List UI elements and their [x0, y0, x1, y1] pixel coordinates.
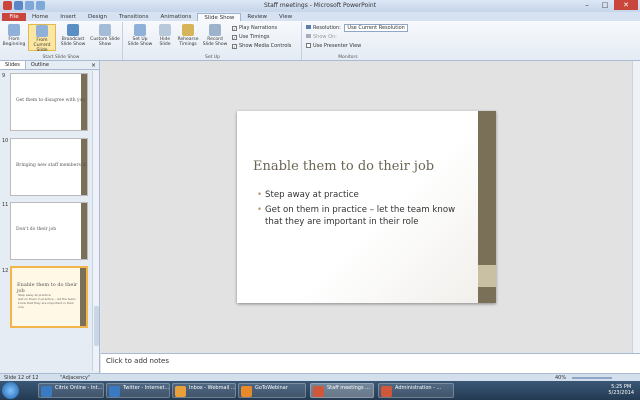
record-slide-show-button[interactable]: Record Slide Show — [202, 24, 228, 47]
ribbon: From Beginning From Current Slide Broadc… — [0, 21, 640, 61]
hide-slide-icon — [159, 24, 171, 36]
slide-scrollbar[interactable] — [632, 61, 640, 353]
slide-thumbnail-10[interactable]: Bringing new staff members in — [10, 138, 88, 196]
slideshow-icon — [8, 24, 20, 36]
set-up-slide-show-button[interactable]: Set Up Slide Show — [127, 24, 153, 47]
group-label: Set Up — [205, 55, 220, 60]
clock-date: 5/23/2014 — [608, 390, 634, 396]
slide-number: 10 — [2, 138, 9, 144]
hide-slide-button[interactable]: Hide Slide — [156, 24, 174, 47]
show-media-controls-checkbox[interactable]: ✓ Show Media Controls — [232, 43, 291, 49]
monitor-icon — [306, 34, 311, 38]
slides-panel-scrollbar[interactable] — [92, 71, 99, 371]
current-slide[interactable]: Enable them to do their job Step away at… — [237, 111, 496, 303]
status-bar: Slide 12 of 12 "Adjacency" 40% — [0, 373, 640, 381]
group-label: Monitors — [338, 55, 358, 60]
window-title: Staff meetings - Microsoft PowerPoint — [263, 2, 377, 9]
tab-slide-show[interactable]: Slide Show — [197, 13, 242, 21]
resolution-dropdown[interactable]: Use Current Resolution — [344, 24, 408, 32]
taskbar: Citrix Online - Int... Twitter - Interne… — [0, 381, 640, 400]
checkmark-icon: ✓ — [232, 26, 237, 31]
ie-icon — [41, 386, 52, 397]
thumbnail-title: Get them to disagree with you — [16, 98, 86, 103]
checkmark-icon: ✓ — [232, 35, 237, 40]
slideshow-icon — [36, 25, 48, 37]
tab-file[interactable]: File — [2, 13, 26, 21]
tab-outline[interactable]: Outline — [26, 61, 54, 69]
play-narrations-checkbox[interactable]: ✓ Play Narrations — [232, 25, 277, 31]
use-timings-checkbox[interactable]: ✓ Use Timings — [232, 34, 269, 40]
thumbnail-title: Bringing new staff members in — [16, 163, 87, 168]
record-icon — [209, 24, 221, 36]
tab-design[interactable]: Design — [82, 13, 113, 21]
bullet-item: Step away at practice — [257, 189, 471, 201]
taskbar-item-citrix[interactable]: Citrix Online - Int... — [38, 383, 104, 398]
tab-transitions[interactable]: Transitions — [113, 13, 154, 21]
monitor-icon — [306, 25, 311, 29]
tab-animations[interactable]: Animations — [155, 13, 198, 21]
slide-accent-bar — [478, 111, 496, 303]
tab-view[interactable]: View — [273, 13, 298, 21]
resolution-control: Resolution: Use Current Resolution — [306, 24, 408, 32]
custom-slide-show-button[interactable]: Custom Slide Show — [90, 24, 120, 47]
slide-title[interactable]: Enable them to do their job — [253, 159, 434, 174]
slides-panel: Slides Outline × 9 Get them to disagree … — [0, 61, 100, 373]
slide-editor: Enable them to do their job Step away at… — [101, 61, 640, 353]
ie-icon — [109, 386, 120, 397]
tab-slides[interactable]: Slides — [0, 61, 26, 69]
checkmark-icon: ✓ — [232, 44, 237, 49]
window-controls: – □ ✕ — [578, 0, 638, 10]
ribbon-tabs: File Home Insert Design Transitions Anim… — [0, 12, 640, 21]
taskbar-item-gotowebinar[interactable]: GoToWebinar — [238, 383, 306, 398]
powerpoint-icon — [313, 386, 324, 397]
custom-show-icon — [99, 24, 111, 36]
timer-icon — [182, 24, 194, 36]
slide-number: 11 — [2, 202, 9, 208]
rehearse-timings-button[interactable]: Rehearse Timings — [176, 24, 200, 47]
title-bar: Staff meetings - Microsoft PowerPoint – … — [0, 0, 640, 12]
panel-tabs: Slides Outline — [0, 61, 99, 70]
slide-thumbnail-9[interactable]: Get them to disagree with you — [10, 73, 88, 131]
tab-insert[interactable]: Insert — [54, 13, 82, 21]
broadcast-slide-show-button[interactable]: Broadcast Slide Show — [60, 24, 86, 47]
notes-placeholder: Click to add notes — [106, 357, 169, 365]
thumbnail-bullet: Get on them in practice – let the team k… — [18, 297, 76, 309]
show-on-control[interactable]: Show On: — [306, 34, 337, 40]
taskbar-item-administration[interactable]: Administration - ... — [378, 383, 454, 398]
from-beginning-button[interactable]: From Beginning — [2, 24, 26, 47]
broadcast-icon — [67, 24, 79, 36]
slide-bullets[interactable]: Step away at practice Get on them in pra… — [257, 189, 471, 231]
minimize-button[interactable]: – — [578, 0, 596, 10]
notes-pane[interactable]: Click to add notes — [101, 353, 640, 373]
powerpoint-icon — [381, 386, 392, 397]
zoom-slider[interactable] — [572, 377, 612, 379]
slide-thumbnail-12[interactable]: Enable them to do their job Step away at… — [10, 266, 88, 328]
outlook-icon — [175, 386, 186, 397]
taskbar-item-twitter[interactable]: Twitter - Internet... — [106, 383, 170, 398]
slide-thumbnail-11[interactable]: Don't do their job — [10, 202, 88, 260]
use-presenter-view-checkbox[interactable]: Use Presenter View — [306, 43, 361, 49]
group-set-up: Set Up Slide Show Hide Slide Rehearse Ti… — [124, 22, 302, 60]
taskbar-item-inbox[interactable]: Inbox - Webmail ... — [172, 383, 236, 398]
close-panel-icon[interactable]: × — [91, 62, 96, 69]
webinar-icon — [241, 386, 252, 397]
tab-review[interactable]: Review — [241, 13, 273, 21]
slide-number: 12 — [2, 268, 9, 274]
bullet-item: Get on them in practice – let the team k… — [257, 204, 471, 228]
thumbnail-title: Don't do their job — [16, 227, 57, 232]
start-button[interactable] — [2, 382, 19, 399]
maximize-button[interactable]: □ — [596, 0, 614, 10]
group-monitors: Resolution: Use Current Resolution Show … — [303, 22, 408, 60]
clock[interactable]: 5:25 PM 5/23/2014 — [608, 384, 634, 396]
slide-number: 9 — [2, 73, 6, 79]
group-label: Start Slide Show — [42, 55, 80, 60]
from-current-slide-button[interactable]: From Current Slide — [28, 24, 56, 53]
scrollbar-thumb[interactable] — [94, 306, 99, 346]
group-start-slide-show: From Beginning From Current Slide Broadc… — [0, 22, 123, 60]
setup-icon — [134, 24, 146, 36]
close-button[interactable]: ✕ — [614, 0, 638, 10]
tab-home[interactable]: Home — [26, 13, 54, 21]
taskbar-item-staff-meetings[interactable]: Staff meetings ... — [310, 383, 374, 398]
